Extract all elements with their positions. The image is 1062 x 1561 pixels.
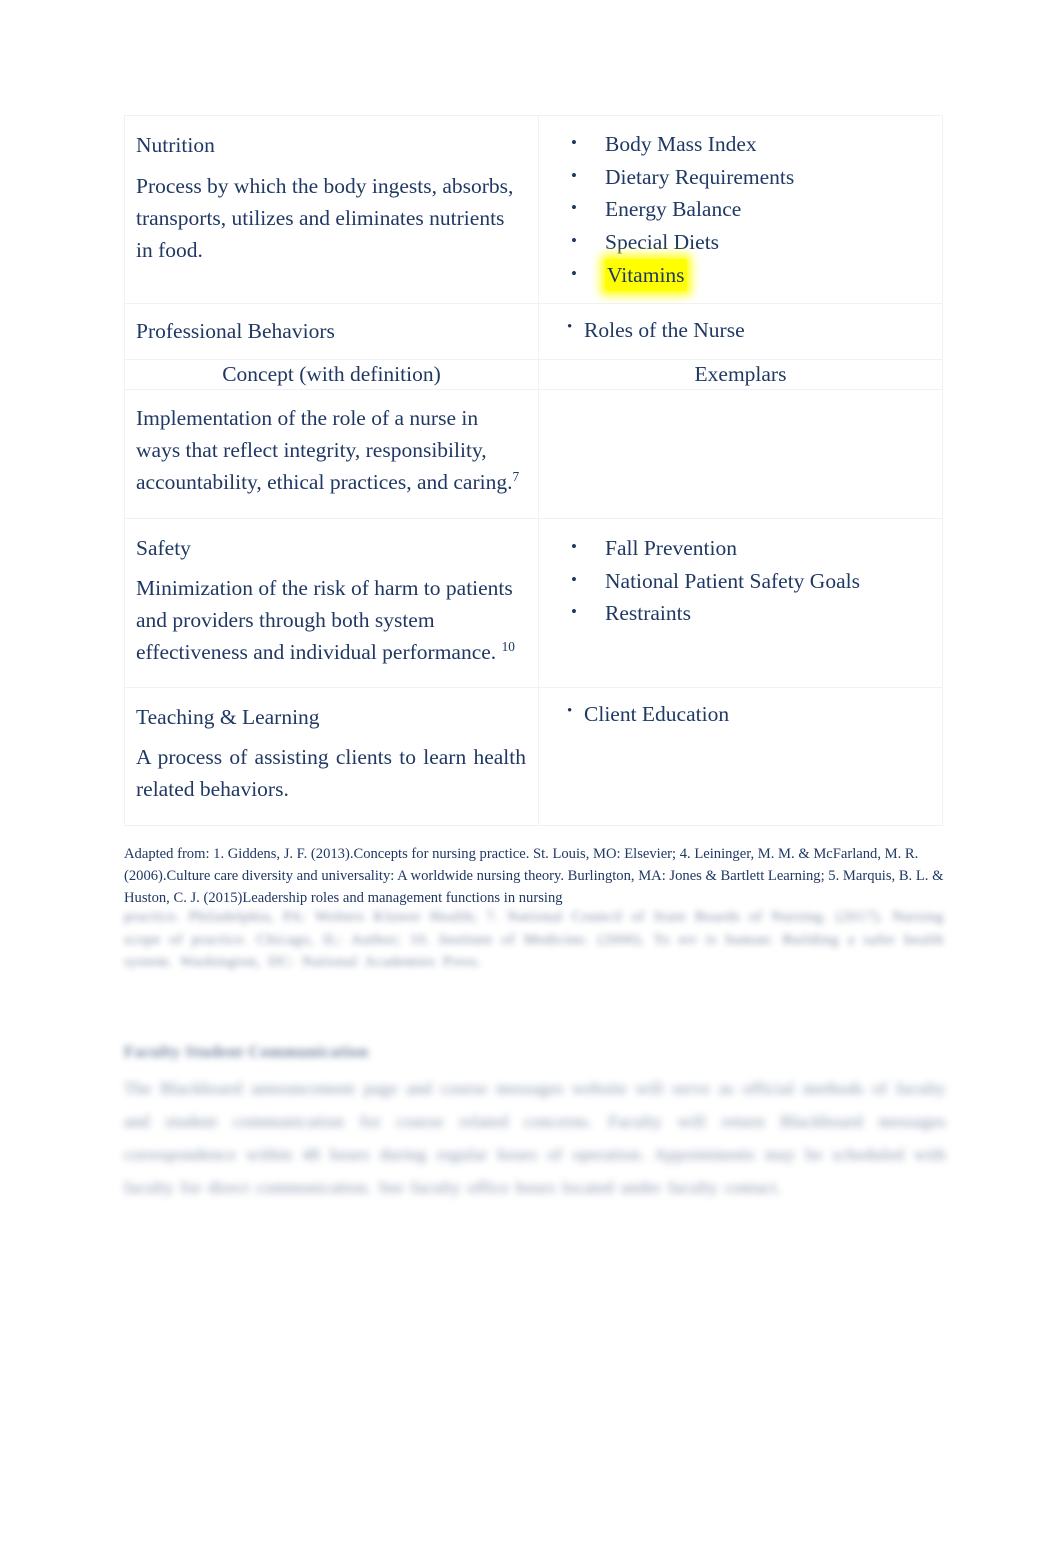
exemplar-list: Roles of the Nurse	[553, 314, 932, 347]
exemplar-label: Dietary Requirements	[605, 164, 795, 189]
concept-cell-nutrition: Nutrition Process by which the body inge…	[124, 114, 539, 305]
list-item: Dietary Requirements	[553, 161, 932, 194]
column-header-exemplars: Exemplars	[538, 358, 943, 390]
table-row: Nutrition Process by which the body inge…	[124, 114, 943, 305]
concept-exemplar-table: Nutrition Process by which the body inge…	[124, 114, 943, 827]
exemplar-cell-implementation	[538, 388, 943, 519]
exemplar-label: Special Diets	[605, 230, 720, 255]
list-item: Body Mass Index	[553, 128, 932, 161]
exemplar-cell-safety: Fall Prevention National Patient Safety …	[538, 517, 943, 688]
list-item: Roles of the Nurse	[553, 314, 932, 347]
concept-definition-text: Minimization of the risk of harm to pati…	[136, 576, 513, 665]
exemplar-label: Restraints	[605, 601, 691, 626]
exemplar-list: Body Mass Index Dietary Requirements Ene…	[553, 128, 932, 292]
list-item: Special Diets	[553, 226, 932, 259]
exemplar-label: Body Mass Index	[605, 132, 757, 156]
concept-definition: A process of assisting clients to learn …	[136, 745, 526, 802]
concept-cell-safety: Safety Minimization of the risk of harm …	[124, 517, 539, 688]
list-item-highlighted: Vitamins	[553, 258, 932, 292]
table-header-row: Concept (with definition) Exemplars	[124, 358, 943, 390]
exemplar-cell-nutrition: Body Mass Index Dietary Requirements Ene…	[538, 114, 943, 305]
table-row: Professional Behaviors Roles of the Nurs…	[124, 303, 943, 360]
concept-cell-implementation: Implementation of the role of a nurse in…	[124, 388, 539, 519]
concept-cell-teaching-learning: Teaching & Learning A process of assisti…	[124, 686, 539, 827]
exemplar-cell-professional-behaviors: Roles of the Nurse	[538, 303, 943, 360]
concept-definition: Minimization of the risk of harm to pati…	[136, 572, 526, 668]
exemplar-label: Roles of the Nurse	[584, 318, 745, 343]
concept-title: Safety	[136, 535, 191, 560]
blurred-citation-continuation: practice. Philadelphia, PA: Wolters Kluw…	[124, 909, 944, 971]
exemplar-label: Fall Prevention	[605, 535, 737, 560]
exemplar-list: Fall Prevention National Patient Safety …	[553, 532, 932, 630]
column-header-concept: Concept (with definition)	[124, 358, 539, 390]
reference-superscript: 10	[501, 639, 515, 655]
table-row: Implementation of the role of a nurse in…	[124, 388, 943, 519]
concept-definition: Process by which the body ingests, absor…	[136, 173, 514, 262]
list-item: Fall Prevention	[553, 532, 932, 565]
list-item: Restraints	[553, 597, 932, 630]
table-row: Teaching & Learning A process of assisti…	[124, 686, 943, 827]
concept-title: Professional Behaviors	[136, 319, 335, 344]
concept-title: Nutrition	[136, 133, 215, 157]
document-page: Nutrition Process by which the body inge…	[0, 0, 1062, 1561]
table-row: Safety Minimization of the risk of harm …	[124, 517, 943, 688]
exemplar-cell-teaching-learning: Client Education	[538, 686, 943, 827]
footnote-citations: Adapted from: 1. Giddens, J. F. (2013).C…	[124, 846, 944, 907]
concept-cell-professional-behaviors: Professional Behaviors	[124, 303, 539, 360]
exemplar-list: Client Education	[553, 698, 932, 731]
exemplar-label-highlighted: Vitamins	[605, 258, 687, 292]
exemplar-label: Client Education	[584, 701, 730, 726]
concept-definition-text: Implementation of the role of a nurse in…	[136, 405, 513, 494]
exemplar-label: Energy Balance	[605, 197, 742, 222]
blurred-section-paragraph: The Blackboard announcement page and cou…	[124, 1079, 946, 1198]
concept-title: Teaching & Learning	[136, 704, 320, 729]
list-item: Client Education	[553, 698, 932, 731]
reference-superscript: 7	[512, 468, 520, 484]
blurred-section-heading: Faculty Student Communication	[124, 1042, 369, 1061]
concept-definition: Implementation of the role of a nurse in…	[136, 402, 526, 498]
list-item: National Patient Safety Goals	[553, 565, 932, 598]
exemplar-label: National Patient Safety Goals	[605, 568, 860, 593]
list-item: Energy Balance	[553, 193, 932, 226]
